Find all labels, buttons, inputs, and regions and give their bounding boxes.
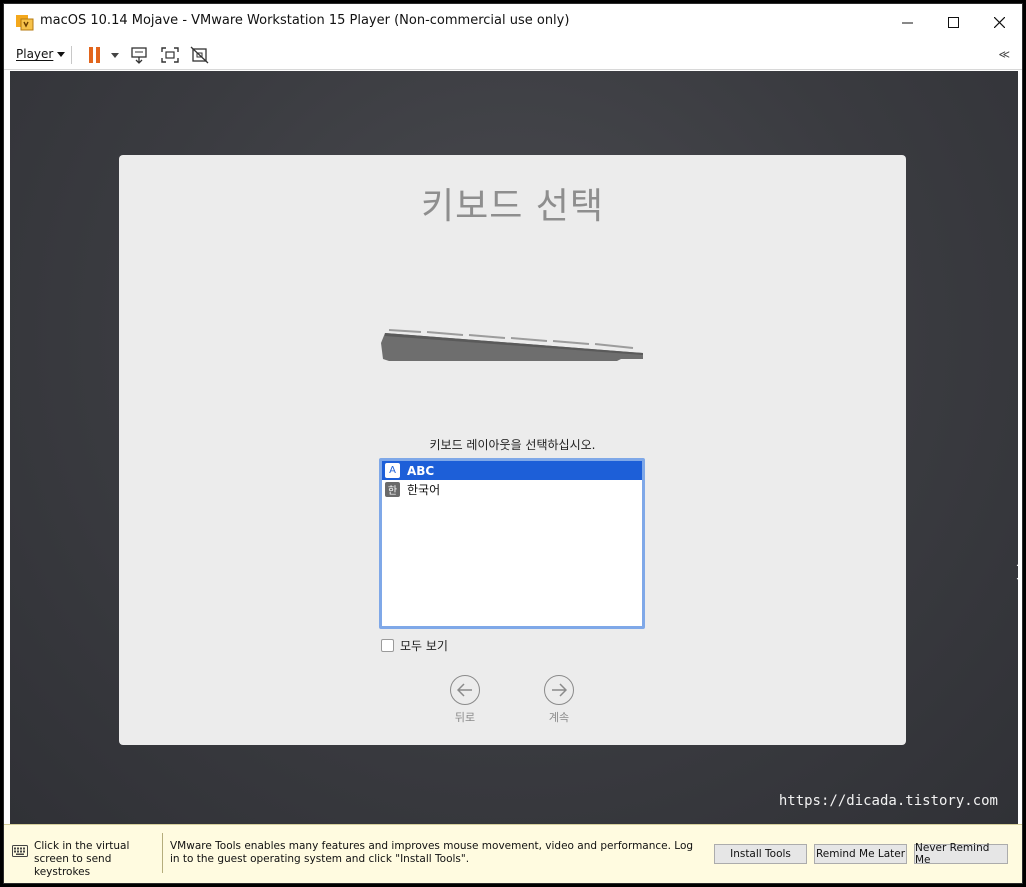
close-icon — [993, 16, 1005, 28]
maximize-button[interactable] — [930, 4, 976, 40]
minimize-button[interactable] — [884, 4, 930, 40]
arrow-left-icon — [457, 683, 472, 697]
minimize-icon — [901, 22, 913, 23]
list-item-label: 한국어 — [407, 483, 441, 497]
send-ctrl-alt-del-icon[interactable] — [130, 46, 150, 64]
show-all-label: 모두 보기 — [400, 639, 448, 653]
collapse-toolbar-icon[interactable]: ≪ — [998, 48, 1010, 61]
list-item-abc[interactable]: A ABC — [382, 461, 642, 480]
remind-me-later-button[interactable]: Remind Me Later — [814, 844, 907, 864]
back-label: 뒤로 — [454, 711, 476, 724]
text-cursor-icon — [1016, 564, 1022, 580]
vmware-tools-message: VMware Tools enables many features and i… — [170, 840, 694, 865]
chevron-down-icon — [57, 51, 66, 57]
toolbar-separator — [71, 46, 72, 64]
list-item-label: ABC — [407, 463, 435, 478]
keyboard-layout-list[interactable]: A ABC 한 한국어 — [379, 458, 645, 629]
toolbar: Player ≪ — [4, 40, 1022, 70]
show-all-checkbox[interactable] — [381, 639, 394, 652]
watermark-text: https://dicada.tistory.com — [778, 793, 998, 809]
dialog-title: 키보드 선택 — [420, 186, 605, 227]
instruction-text: 키보드 레이아웃을 선택하십시오. — [429, 438, 596, 452]
keyboard-selection-dialog: 키보드 선택 키보드 레이아웃을 선택하십시오. A ABC 한 한국어 모두 … — [119, 155, 906, 745]
unity-icon[interactable] — [190, 46, 210, 64]
maximize-icon — [947, 16, 959, 28]
pause-dropdown-icon[interactable] — [108, 46, 128, 64]
window-title: macOS 10.14 Mojave - VMware Workstation … — [40, 13, 570, 28]
korean-layout-icon: 한 — [385, 482, 400, 497]
keystroke-hint: Click in the virtual screen to send keys… — [34, 840, 130, 878]
continue-label: 계속 — [548, 711, 570, 724]
install-tools-button[interactable]: Install Tools — [714, 844, 807, 864]
list-item-korean[interactable]: 한 한국어 — [382, 480, 642, 499]
player-menu[interactable]: Player — [16, 47, 66, 61]
back-button[interactable]: 뒤로 — [435, 675, 495, 725]
keyboard-icon — [12, 845, 28, 857]
never-remind-me-button[interactable]: Never Remind Me — [914, 842, 1008, 866]
arrow-right-icon — [552, 683, 567, 697]
title-bar: macOS 10.14 Mojave - VMware Workstation … — [4, 4, 1022, 40]
player-menu-label: Player — [16, 47, 54, 61]
vmware-tools-notification-bar: Click in the virtual screen to send keys… — [4, 824, 1022, 883]
abc-layout-icon: A — [385, 463, 400, 478]
vmware-app-icon — [16, 15, 34, 31]
back-circle[interactable] — [450, 675, 480, 705]
pause-icon[interactable] — [86, 46, 106, 64]
virtual-machine-screen[interactable]: 키보드 선택 키보드 레이아웃을 선택하십시오. A ABC 한 한국어 모두 … — [10, 71, 1022, 824]
continue-circle[interactable] — [544, 675, 574, 705]
vmware-player-window: macOS 10.14 Mojave - VMware Workstation … — [3, 3, 1023, 884]
continue-button[interactable]: 계속 — [529, 675, 589, 725]
show-all-toggle[interactable]: 모두 보기 — [381, 637, 448, 654]
close-button[interactable] — [976, 4, 1022, 40]
keyboard-illustration — [381, 329, 643, 361]
notification-separator — [162, 833, 163, 873]
fullscreen-icon[interactable] — [160, 46, 180, 64]
